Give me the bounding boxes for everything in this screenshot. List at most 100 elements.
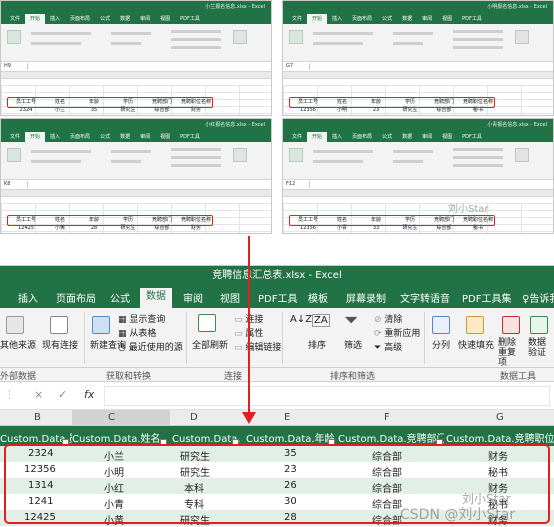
- refresh-all-icon[interactable]: [198, 314, 216, 332]
- refresh-all-label[interactable]: 全部刷新: [192, 338, 228, 351]
- col-c[interactable]: C: [72, 410, 170, 426]
- menu-layout[interactable]: 页面布局: [65, 132, 95, 142]
- menu-home[interactable]: 开始: [25, 14, 46, 24]
- enter-icon[interactable]: ✓: [58, 388, 67, 401]
- menu-home[interactable]: 开始: [25, 132, 46, 142]
- menu-data[interactable]: 数据: [397, 14, 417, 24]
- menu-data[interactable]: 数据: [140, 288, 172, 308]
- menu-tts[interactable]: 文字转语音: [400, 290, 450, 305]
- cells-icon[interactable]: [515, 30, 529, 44]
- remove-duplicates-label[interactable]: 删除重复项: [498, 338, 524, 368]
- menu-pdf[interactable]: PDF工具: [457, 132, 487, 142]
- filter-label[interactable]: 筛选: [344, 338, 362, 351]
- other-sources-label[interactable]: 其他来源: [0, 338, 36, 351]
- menu-view[interactable]: 视图: [220, 290, 240, 305]
- cells-icon[interactable]: [233, 148, 247, 162]
- name-box[interactable]: K8: [4, 181, 10, 187]
- menu-file[interactable]: 文件: [5, 132, 25, 142]
- menu-pdf[interactable]: PDF工具: [175, 14, 205, 24]
- menu-template[interactable]: 模板: [308, 290, 328, 305]
- menu-home[interactable]: 开始: [307, 132, 328, 142]
- header-edu[interactable]: Custom.Data.学历: [172, 430, 240, 445]
- col-g[interactable]: G: [496, 412, 504, 423]
- edit-links-button[interactable]: ▭ 编辑链接: [234, 340, 281, 353]
- menu-data[interactable]: 数据: [115, 132, 135, 142]
- menu-review[interactable]: 审阅: [135, 14, 155, 24]
- menu-home[interactable]: 开始: [307, 14, 328, 24]
- cancel-icon[interactable]: ×: [34, 388, 43, 401]
- menu-insert[interactable]: 插入: [45, 132, 65, 142]
- menu-file[interactable]: 文件: [5, 14, 25, 24]
- advanced-button[interactable]: ⏷ 高级: [374, 340, 402, 353]
- other-sources-icon[interactable]: [6, 316, 24, 334]
- menu-layout[interactable]: 页面布局: [56, 290, 96, 305]
- clear-button[interactable]: ⊘ 清除: [374, 312, 402, 325]
- formula-input[interactable]: [104, 386, 550, 406]
- menu-pdf[interactable]: PDF工具: [258, 290, 297, 305]
- sort-label[interactable]: 排序: [308, 338, 326, 351]
- menu-pdf[interactable]: PDF工具: [175, 132, 205, 142]
- menu-formula[interactable]: 公式: [377, 14, 397, 24]
- menu-view[interactable]: 视图: [155, 14, 175, 24]
- menu-file[interactable]: 文件: [287, 14, 307, 24]
- menu-pdf[interactable]: PDF工具: [457, 14, 487, 24]
- menu-formula[interactable]: 公式: [110, 290, 130, 305]
- menu-formula[interactable]: 公式: [377, 132, 397, 142]
- paste-icon[interactable]: [7, 148, 21, 162]
- existing-connections-label[interactable]: 现有连接: [42, 338, 78, 351]
- remove-duplicates-icon[interactable]: [502, 316, 520, 334]
- name-box[interactable]: G7: [286, 63, 293, 69]
- menu-layout[interactable]: 页面布局: [65, 14, 95, 24]
- paste-icon[interactable]: [289, 30, 303, 44]
- menu-file[interactable]: 文件: [287, 132, 307, 142]
- menu-pdfset[interactable]: PDF工具集: [462, 290, 511, 305]
- menu-record[interactable]: 屏幕录制: [346, 290, 386, 305]
- flash-fill-icon[interactable]: [466, 316, 484, 334]
- reapply-button[interactable]: ⟳ 重新应用: [374, 326, 420, 339]
- menu-tellme[interactable]: ♀告诉我: [522, 290, 554, 305]
- col-f[interactable]: F: [384, 412, 390, 423]
- show-queries-button[interactable]: ▦ 显示查询: [118, 312, 165, 325]
- menu-review[interactable]: 审阅: [183, 290, 203, 305]
- header-name[interactable]: Custom.Data.姓名: [72, 430, 168, 445]
- data-validation-label[interactable]: 数据验证: [528, 338, 554, 358]
- menu-insert[interactable]: 插入: [45, 14, 65, 24]
- name-box[interactable]: F12: [286, 181, 295, 187]
- new-query-icon[interactable]: [92, 316, 110, 334]
- paste-icon[interactable]: [7, 30, 21, 44]
- split-icon[interactable]: [432, 316, 450, 334]
- data-validation-icon[interactable]: [530, 316, 548, 334]
- cells-icon[interactable]: [233, 30, 247, 44]
- recent-sources-button[interactable]: ◷ 最近使用的源: [118, 340, 183, 353]
- menu-view[interactable]: 视图: [437, 14, 457, 24]
- menu-data[interactable]: 数据: [397, 132, 417, 142]
- menu-insert[interactable]: 插入: [18, 290, 38, 305]
- paste-icon[interactable]: [289, 148, 303, 162]
- header-position[interactable]: Custom.Data.竞聘职位名称: [446, 430, 554, 445]
- name-box[interactable]: H9: [4, 63, 11, 69]
- filter-icon[interactable]: ⏷: [344, 310, 358, 331]
- existing-connections-icon[interactable]: [50, 316, 68, 334]
- sort-az-icon[interactable]: A↓Z: [290, 314, 312, 325]
- menu-insert[interactable]: 插入: [327, 132, 347, 142]
- menu-data[interactable]: 数据: [115, 14, 135, 24]
- menu-insert[interactable]: 插入: [327, 14, 347, 24]
- flash-fill-label[interactable]: 快速填充: [458, 338, 494, 351]
- menu-review[interactable]: 审阅: [135, 132, 155, 142]
- col-e[interactable]: E: [284, 412, 290, 423]
- col-b[interactable]: B: [34, 412, 41, 423]
- menu-review[interactable]: 审阅: [417, 132, 437, 142]
- menu-layout[interactable]: 页面布局: [347, 132, 377, 142]
- fx-icon[interactable]: fx: [84, 388, 94, 401]
- split-label[interactable]: 分列: [432, 338, 450, 351]
- menu-formula[interactable]: 公式: [95, 132, 115, 142]
- sort-za-icon[interactable]: ZA: [312, 314, 330, 327]
- header-age[interactable]: Custom.Data.年龄: [246, 430, 338, 445]
- menu-review[interactable]: 审阅: [417, 14, 437, 24]
- from-table-button[interactable]: ▦ 从表格: [118, 326, 156, 339]
- menu-view[interactable]: 视图: [155, 132, 175, 142]
- header-dept[interactable]: Custom.Data.竞聘部门: [338, 430, 444, 445]
- menu-view[interactable]: 视图: [437, 132, 457, 142]
- menu-formula[interactable]: 公式: [95, 14, 115, 24]
- col-d[interactable]: D: [190, 412, 198, 423]
